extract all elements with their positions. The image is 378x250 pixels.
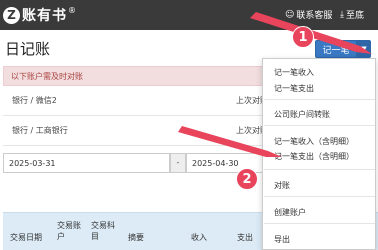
- menu-divider: [264, 196, 375, 197]
- start-date-input[interactable]: 2025-03-31: [3, 153, 170, 173]
- registered-mark: ®: [68, 5, 76, 15]
- col-header-expense: 支出: [237, 233, 253, 242]
- caret-down-icon: ▼: [361, 45, 367, 53]
- download-icon: ⤓: [340, 9, 344, 20]
- step-1-badge: 1: [292, 26, 314, 48]
- contact-service-link[interactable]: ☺ 联系客服: [285, 8, 333, 22]
- menu-item-transfer[interactable]: 公司账户间转账: [274, 109, 330, 120]
- menu-divider: [264, 99, 375, 100]
- person-icon: ☺: [285, 9, 295, 20]
- account-row[interactable]: 银行 / 微信2 上次对账: [3, 86, 283, 116]
- logo-icon: Z: [3, 6, 20, 24]
- menu-item-expense[interactable]: 记一笔支出: [274, 83, 314, 94]
- page-title: 日记账: [5, 40, 51, 58]
- scroll-bottom-link[interactable]: ⤓ 至底: [340, 8, 364, 22]
- menu-item-income[interactable]: 记一笔收入: [274, 67, 314, 78]
- col-header-account: 交易账户: [57, 221, 81, 241]
- new-entry-button-group: 记一笔 ▼: [315, 40, 371, 58]
- col-header-summary: 摘要: [128, 233, 144, 242]
- menu-item-income-detail[interactable]: 记一笔收入（含明细）: [274, 136, 354, 147]
- menu-divider: [264, 223, 375, 224]
- menu-item-expense-detail[interactable]: 记一笔支出（含明细）: [274, 151, 354, 162]
- account-row[interactable]: 银行 / 工商银行 上次对账: [3, 116, 283, 146]
- col-header-date: 交易日期: [10, 233, 42, 242]
- new-entry-dropdown-menu: 记一笔收入 记一笔支出 公司账户间转账 记一笔收入（含明细） 记一笔支出（含明细…: [262, 58, 376, 250]
- account-name: 银行 / 工商银行: [12, 126, 68, 135]
- dropdown-toggle-button[interactable]: ▼: [357, 40, 371, 58]
- step-2-badge: 2: [236, 168, 258, 190]
- reconcile-alert: 以下账户需及时对账: [3, 66, 283, 86]
- contact-service-label: 联系客服: [296, 11, 333, 21]
- scroll-bottom-label: 至底: [345, 11, 364, 21]
- col-header-income: 收入: [191, 233, 207, 242]
- app-logo[interactable]: Z 账有书 ®: [3, 5, 76, 25]
- account-name: 银行 / 微信2: [12, 96, 57, 105]
- top-navbar: Z 账有书 ® ☺ 联系客服 ⤓ 至底: [0, 0, 378, 30]
- menu-item-reconcile[interactable]: 对账: [274, 180, 290, 191]
- menu-item-export[interactable]: 导出: [274, 234, 290, 245]
- menu-divider: [264, 169, 375, 170]
- menu-item-create-account[interactable]: 创建账户: [274, 207, 306, 218]
- date-range-separator: -: [170, 153, 186, 173]
- new-entry-button[interactable]: 记一笔: [315, 40, 357, 58]
- menu-divider: [264, 125, 375, 126]
- col-header-subject: 交易科目: [91, 221, 115, 241]
- app-name: 账有书: [22, 8, 67, 24]
